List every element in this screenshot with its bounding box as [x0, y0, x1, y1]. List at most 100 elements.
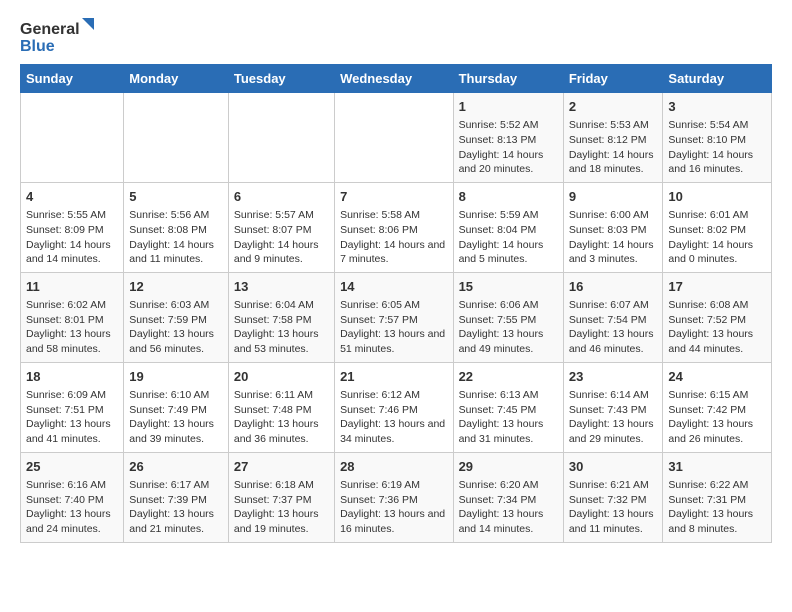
- day-number: 15: [459, 278, 558, 296]
- day-cell: 8 Sunrise: 5:59 AM Sunset: 8:04 PM Daylig…: [453, 182, 563, 272]
- day-cell: 2Sunrise: 5:53 AM Sunset: 8:12 PM Daylig…: [563, 93, 663, 183]
- day-cell: 13 Sunrise: 6:04 AM Sunset: 7:58 PM Dayli…: [228, 272, 334, 362]
- day-cell: 11 Sunrise: 6:02 AM Sunset: 8:01 PM Dayli…: [21, 272, 124, 362]
- weekday-header-friday: Friday: [563, 65, 663, 93]
- day-number: 22: [459, 368, 558, 386]
- day-number: 24: [668, 368, 766, 386]
- logo: GeneralBlue: [20, 16, 100, 56]
- day-info: Sunrise: 5:58 AM Sunset: 8:06 PM Dayligh…: [340, 208, 447, 267]
- day-number: 3: [668, 98, 766, 116]
- day-number: 26: [129, 458, 223, 476]
- day-cell: 19 Sunrise: 6:10 AM Sunset: 7:49 PM Dayli…: [124, 362, 229, 452]
- day-number: 23: [569, 368, 658, 386]
- day-info: Sunrise: 6:02 AM Sunset: 8:01 PM Dayligh…: [26, 298, 118, 357]
- day-cell: 29 Sunrise: 6:20 AM Sunset: 7:34 PM Dayli…: [453, 452, 563, 542]
- day-cell: 7 Sunrise: 5:58 AM Sunset: 8:06 PM Daylig…: [335, 182, 453, 272]
- day-cell: 5 Sunrise: 5:56 AM Sunset: 8:08 PM Daylig…: [124, 182, 229, 272]
- day-cell: [228, 93, 334, 183]
- day-info: Sunrise: 5:57 AM Sunset: 8:07 PM Dayligh…: [234, 208, 329, 267]
- day-cell: 24 Sunrise: 6:15 AM Sunset: 7:42 PM Dayli…: [663, 362, 772, 452]
- day-number: 2: [569, 98, 658, 116]
- day-number: 27: [234, 458, 329, 476]
- day-number: 21: [340, 368, 447, 386]
- day-info: Sunrise: 6:15 AM Sunset: 7:42 PM Dayligh…: [668, 388, 766, 447]
- day-number: 17: [668, 278, 766, 296]
- day-cell: 27 Sunrise: 6:18 AM Sunset: 7:37 PM Dayli…: [228, 452, 334, 542]
- week-row-1: 1 Sunrise: 5:52 AM Sunset: 8:13 PM Daylig…: [21, 93, 772, 183]
- day-number: 6: [234, 188, 329, 206]
- day-info: Sunrise: 5:54 AM Sunset: 8:10 PM Dayligh…: [668, 118, 766, 177]
- day-info: Sunrise: 6:09 AM Sunset: 7:51 PM Dayligh…: [26, 388, 118, 447]
- day-number: 8: [459, 188, 558, 206]
- day-number: 13: [234, 278, 329, 296]
- day-cell: 10 Sunrise: 6:01 AM Sunset: 8:02 PM Dayli…: [663, 182, 772, 272]
- day-number: 30: [569, 458, 658, 476]
- day-cell: 14 Sunrise: 6:05 AM Sunset: 7:57 PM Dayli…: [335, 272, 453, 362]
- day-cell: 26 Sunrise: 6:17 AM Sunset: 7:39 PM Dayli…: [124, 452, 229, 542]
- week-row-5: 25 Sunrise: 6:16 AM Sunset: 7:40 PM Dayli…: [21, 452, 772, 542]
- weekday-header-monday: Monday: [124, 65, 229, 93]
- day-number: 11: [26, 278, 118, 296]
- day-cell: [335, 93, 453, 183]
- weekday-header-sunday: Sunday: [21, 65, 124, 93]
- svg-text:Blue: Blue: [20, 38, 55, 55]
- day-number: 10: [668, 188, 766, 206]
- day-info: Sunrise: 5:56 AM Sunset: 8:08 PM Dayligh…: [129, 208, 223, 267]
- day-cell: 22 Sunrise: 6:13 AM Sunset: 7:45 PM Dayli…: [453, 362, 563, 452]
- weekday-header-thursday: Thursday: [453, 65, 563, 93]
- day-cell: 16Sunrise: 6:07 AM Sunset: 7:54 PM Dayli…: [563, 272, 663, 362]
- day-cell: [21, 93, 124, 183]
- day-cell: 31 Sunrise: 6:22 AM Sunset: 7:31 PM Dayli…: [663, 452, 772, 542]
- day-info: Sunrise: 6:19 AM Sunset: 7:36 PM Dayligh…: [340, 478, 447, 537]
- day-info: Sunrise: 5:59 AM Sunset: 8:04 PM Dayligh…: [459, 208, 558, 267]
- day-info: Sunrise: 5:52 AM Sunset: 8:13 PM Dayligh…: [459, 118, 558, 177]
- calendar-table: SundayMondayTuesdayWednesdayThursdayFrid…: [20, 64, 772, 543]
- day-cell: 28 Sunrise: 6:19 AM Sunset: 7:36 PM Dayli…: [335, 452, 453, 542]
- day-cell: 1 Sunrise: 5:52 AM Sunset: 8:13 PM Daylig…: [453, 93, 563, 183]
- day-cell: 12Sunrise: 6:03 AM Sunset: 7:59 PM Dayli…: [124, 272, 229, 362]
- svg-text:General: General: [20, 21, 80, 38]
- day-cell: 9 Sunrise: 6:00 AM Sunset: 8:03 PM Daylig…: [563, 182, 663, 272]
- day-number: 31: [668, 458, 766, 476]
- day-number: 16: [569, 278, 658, 296]
- day-number: 14: [340, 278, 447, 296]
- day-cell: 17 Sunrise: 6:08 AM Sunset: 7:52 PM Dayli…: [663, 272, 772, 362]
- day-info: Sunrise: 6:05 AM Sunset: 7:57 PM Dayligh…: [340, 298, 447, 357]
- day-info: Sunrise: 6:18 AM Sunset: 7:37 PM Dayligh…: [234, 478, 329, 537]
- day-info: Sunrise: 6:13 AM Sunset: 7:45 PM Dayligh…: [459, 388, 558, 447]
- day-info: Sunrise: 6:04 AM Sunset: 7:58 PM Dayligh…: [234, 298, 329, 357]
- day-number: 25: [26, 458, 118, 476]
- day-info: Sunrise: 6:12 AM Sunset: 7:46 PM Dayligh…: [340, 388, 447, 447]
- day-info: Sunrise: 6:01 AM Sunset: 8:02 PM Dayligh…: [668, 208, 766, 267]
- day-number: 7: [340, 188, 447, 206]
- day-info: Sunrise: 6:06 AM Sunset: 7:55 PM Dayligh…: [459, 298, 558, 357]
- day-info: Sunrise: 6:00 AM Sunset: 8:03 PM Dayligh…: [569, 208, 658, 267]
- day-cell: 3 Sunrise: 5:54 AM Sunset: 8:10 PM Daylig…: [663, 93, 772, 183]
- day-info: Sunrise: 6:14 AM Sunset: 7:43 PM Dayligh…: [569, 388, 658, 447]
- day-cell: 4Sunrise: 5:55 AM Sunset: 8:09 PM Daylig…: [21, 182, 124, 272]
- week-row-2: 4Sunrise: 5:55 AM Sunset: 8:09 PM Daylig…: [21, 182, 772, 272]
- weekday-header-row: SundayMondayTuesdayWednesdayThursdayFrid…: [21, 65, 772, 93]
- day-info: Sunrise: 6:16 AM Sunset: 7:40 PM Dayligh…: [26, 478, 118, 537]
- day-info: Sunrise: 6:10 AM Sunset: 7:49 PM Dayligh…: [129, 388, 223, 447]
- day-cell: 15 Sunrise: 6:06 AM Sunset: 7:55 PM Dayli…: [453, 272, 563, 362]
- day-number: 29: [459, 458, 558, 476]
- weekday-header-tuesday: Tuesday: [228, 65, 334, 93]
- day-info: Sunrise: 6:08 AM Sunset: 7:52 PM Dayligh…: [668, 298, 766, 357]
- day-cell: 25 Sunrise: 6:16 AM Sunset: 7:40 PM Dayli…: [21, 452, 124, 542]
- weekday-header-wednesday: Wednesday: [335, 65, 453, 93]
- logo-svg: GeneralBlue: [20, 16, 100, 56]
- day-number: 19: [129, 368, 223, 386]
- day-cell: 21 Sunrise: 6:12 AM Sunset: 7:46 PM Dayli…: [335, 362, 453, 452]
- day-number: 1: [459, 98, 558, 116]
- day-number: 9: [569, 188, 658, 206]
- day-cell: 20Sunrise: 6:11 AM Sunset: 7:48 PM Dayli…: [228, 362, 334, 452]
- day-info: Sunrise: 6:11 AM Sunset: 7:48 PM Dayligh…: [234, 388, 329, 447]
- day-info: Sunrise: 6:22 AM Sunset: 7:31 PM Dayligh…: [668, 478, 766, 537]
- day-number: 5: [129, 188, 223, 206]
- day-info: Sunrise: 6:20 AM Sunset: 7:34 PM Dayligh…: [459, 478, 558, 537]
- day-number: 28: [340, 458, 447, 476]
- day-info: Sunrise: 5:55 AM Sunset: 8:09 PM Dayligh…: [26, 208, 118, 267]
- day-info: Sunrise: 6:17 AM Sunset: 7:39 PM Dayligh…: [129, 478, 223, 537]
- day-cell: 23 Sunrise: 6:14 AM Sunset: 7:43 PM Dayli…: [563, 362, 663, 452]
